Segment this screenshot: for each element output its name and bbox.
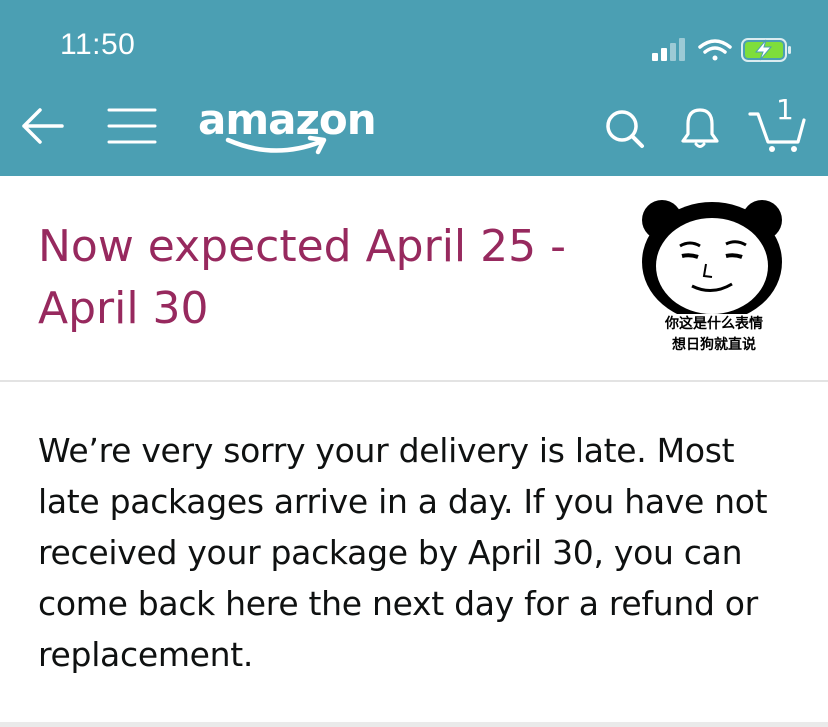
back-arrow-icon[interactable]: [18, 106, 66, 146]
panda-meme-image: 你这是什么表情 想日狗就直说: [640, 194, 788, 372]
late-delivery-message: We’re very sorry your delivery is late. …: [38, 431, 768, 674]
panda-face-icon: [642, 200, 782, 322]
meme-caption-line-2: 想日狗就直说: [672, 337, 756, 353]
expected-delivery-heading: Now expected April 25 - April 30: [38, 221, 566, 334]
cart-button[interactable]: 1: [748, 94, 808, 154]
bell-icon[interactable]: [678, 106, 722, 150]
section-divider: [0, 380, 828, 382]
bottom-divider: [0, 722, 828, 727]
menu-icon[interactable]: [106, 104, 158, 148]
cart-count: 1: [776, 93, 794, 126]
wifi-icon: [698, 39, 732, 61]
smile-arrow-icon: [225, 135, 327, 155]
battery-charging-icon: [741, 38, 791, 62]
amazon-logo[interactable]: amazon: [198, 96, 377, 158]
meme-caption: 你这是什么表情 想日狗就直说: [640, 314, 788, 356]
search-icon[interactable]: [604, 108, 646, 150]
delivery-status-section: Now expected April 25 - April 30 你这是什么表情…: [0, 176, 828, 381]
signal-icon: [652, 38, 685, 61]
app-header: 11:50 amazon 1: [0, 0, 828, 176]
status-icons: [652, 38, 791, 62]
meme-caption-line-1: 你这是什么表情: [665, 316, 763, 332]
status-time: 11:50: [60, 28, 136, 61]
